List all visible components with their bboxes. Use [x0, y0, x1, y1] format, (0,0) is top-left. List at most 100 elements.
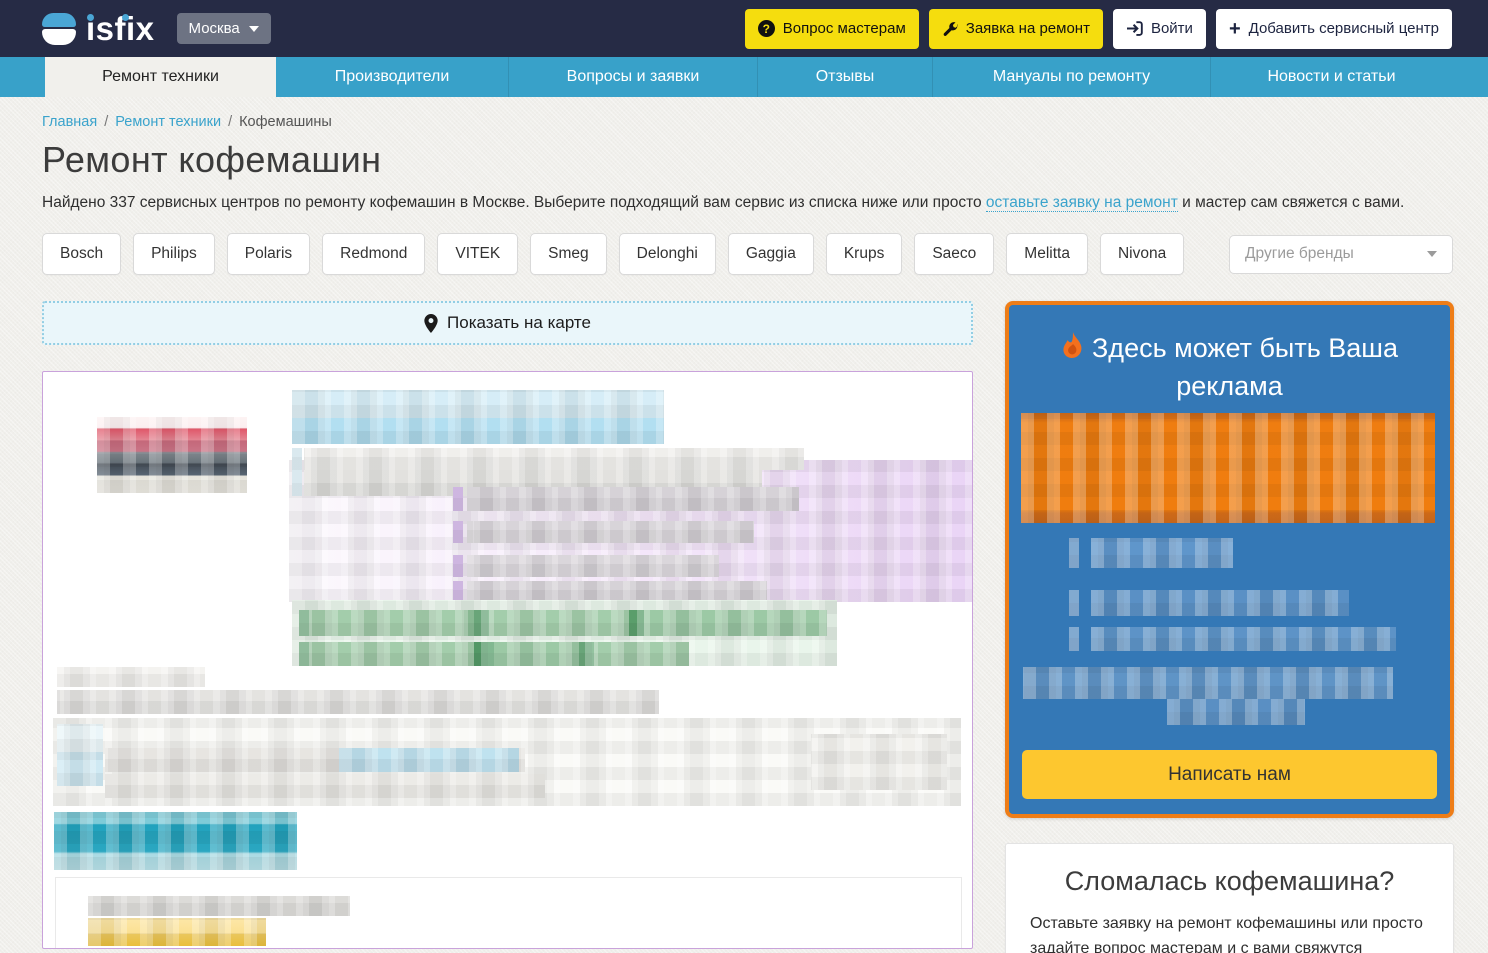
- redacted-text-line: [304, 448, 804, 470]
- login-icon: [1126, 21, 1143, 36]
- breadcrumb-current: Кофемашины: [239, 114, 332, 130]
- header: isfix Москва ? Вопрос мастерам Заявка на…: [0, 0, 1488, 57]
- content: Главная / Ремонт техники / Кофемашины Ре…: [0, 97, 1488, 953]
- tab-manufacturers[interactable]: Производители: [276, 57, 508, 97]
- breadcrumb-home[interactable]: Главная: [42, 114, 97, 130]
- redacted-ad-line: [1167, 699, 1305, 725]
- logo[interactable]: isfix: [42, 12, 155, 46]
- broken-machine-title: Сломалась кофемашина?: [1030, 866, 1429, 897]
- ask-masters-label: Вопрос мастерам: [783, 20, 906, 37]
- logo-i-dot: [122, 14, 129, 21]
- redacted-green-tags: [299, 642, 689, 666]
- redacted-list-bullet: [453, 487, 463, 511]
- add-service-center-label: Добавить сервисный центр: [1249, 20, 1439, 37]
- redacted-list-line: [467, 555, 719, 577]
- chevron-down-icon: [1427, 251, 1437, 257]
- redacted-list-bullet: [453, 521, 463, 543]
- redacted-review-card: [55, 877, 962, 949]
- brand-filter-gaggia[interactable]: Gaggia: [728, 233, 814, 275]
- brand-filter-krups[interactable]: Krups: [826, 233, 903, 275]
- chevron-down-icon: [249, 26, 259, 32]
- leave-request-link[interactable]: оставьте заявку на ремонт: [986, 194, 1178, 212]
- logo-wordmark: isfix: [86, 10, 155, 47]
- tab-reviews[interactable]: Отзывы: [757, 57, 932, 97]
- redacted-ad-image: [1021, 413, 1435, 523]
- login-button[interactable]: Войти: [1113, 9, 1206, 49]
- redacted-rating-stars: [88, 918, 266, 946]
- redacted-ad-line: [1023, 667, 1393, 699]
- brand-filter-bosch[interactable]: Bosch: [42, 233, 121, 275]
- redacted-text-line: [88, 896, 350, 916]
- repair-request-label: Заявка на ремонт: [966, 20, 1090, 37]
- plus-icon: +: [1229, 19, 1241, 39]
- broken-machine-text: Оставьте заявку на ремонт кофемашины или…: [1030, 912, 1429, 953]
- other-brands-label: Другие бренды: [1245, 245, 1354, 263]
- redacted-ad-bullet: [1069, 590, 1079, 616]
- redacted-list-bullet: [453, 555, 463, 577]
- redacted-green-tags: [299, 610, 827, 636]
- brand-filter-philips[interactable]: Philips: [133, 233, 215, 275]
- tab-repair[interactable]: Ремонт техники: [45, 57, 276, 97]
- redacted-ad-line: [1091, 538, 1233, 568]
- intro-after: и мастер сам свяжется с вами.: [1178, 194, 1405, 211]
- page-title: Ремонт кофемашин: [42, 139, 1453, 181]
- tab-news[interactable]: Новости и статьи: [1210, 57, 1452, 97]
- redacted-text-line: [57, 667, 205, 687]
- city-selector[interactable]: Москва: [177, 13, 271, 44]
- contact-us-button[interactable]: Написать нам: [1022, 750, 1437, 799]
- flame-icon: [1061, 332, 1084, 370]
- redacted-service-title: [292, 418, 664, 444]
- ad-title-text: Здесь может быть Ваша реклама: [1092, 333, 1398, 401]
- brand-filter-polaris[interactable]: Polaris: [227, 233, 310, 275]
- redacted-list-line: [467, 487, 799, 511]
- tab-questions[interactable]: Вопросы и заявки: [508, 57, 757, 97]
- brand-filter-redmond[interactable]: Redmond: [322, 233, 425, 275]
- breadcrumb-repair[interactable]: Ремонт техники: [115, 114, 221, 130]
- map-pin-icon: [424, 314, 438, 333]
- intro-text: Найдено 337 сервисных центров по ремонту…: [42, 194, 1453, 212]
- redacted-ad-bullet: [1069, 627, 1079, 651]
- redacted-list-line: [467, 521, 754, 543]
- redacted-ad-bullet: [1069, 538, 1079, 568]
- redacted-avatar: [57, 724, 103, 752]
- results-column: Показать на карте: [42, 301, 973, 953]
- breadcrumb: Главная / Ремонт техники / Кофемашины: [42, 114, 1453, 130]
- breadcrumb-separator: /: [104, 114, 108, 130]
- redacted-avatar: [57, 752, 103, 786]
- sidebar-column: Здесь может быть Ваша реклама Написать н…: [1005, 301, 1454, 953]
- ask-masters-button[interactable]: ? Вопрос мастерам: [745, 9, 919, 49]
- header-actions: ? Вопрос мастерам Заявка на ремонт Войти…: [745, 9, 1452, 49]
- redacted-text-line: [57, 690, 659, 714]
- logo-icon: [42, 12, 76, 46]
- brand-filters: Bosch Philips Polaris Redmond VITEK Smeg…: [42, 233, 1453, 275]
- redacted-ad-line: [1091, 590, 1349, 616]
- brand-filter-nivona[interactable]: Nivona: [1100, 233, 1184, 275]
- add-service-center-button[interactable]: + Добавить сервисный центр: [1216, 9, 1452, 49]
- redacted-service-logo: [97, 417, 247, 493]
- brand-filter-vitek[interactable]: VITEK: [437, 233, 518, 275]
- redacted-text-line: [105, 774, 545, 798]
- other-brands-dropdown[interactable]: Другие бренды: [1229, 235, 1453, 274]
- login-label: Войти: [1151, 20, 1193, 37]
- repair-request-button[interactable]: Заявка на ремонт: [929, 9, 1103, 49]
- redacted-text-line: [339, 748, 519, 772]
- redacted-ad-line: [1091, 627, 1396, 651]
- redacted-text-line: [811, 734, 947, 790]
- ad-banner: Здесь может быть Ваша реклама Написать н…: [1005, 301, 1454, 818]
- redacted-teal-button: [54, 812, 297, 870]
- redacted-service-title: [292, 390, 664, 418]
- nav-spacer: [0, 57, 45, 97]
- logo-text: isfix: [86, 12, 155, 45]
- brand-filter-saeco[interactable]: Saeco: [914, 233, 994, 275]
- redacted-text-line: [292, 448, 302, 496]
- brand-filter-delonghi[interactable]: Delonghi: [619, 233, 716, 275]
- wrench-icon: [942, 21, 958, 37]
- broken-machine-card: Сломалась кофемашина? Оставьте заявку на…: [1005, 843, 1454, 953]
- show-on-map-label: Показать на карте: [447, 313, 591, 333]
- brand-filter-melitta[interactable]: Melitta: [1006, 233, 1088, 275]
- show-on-map-button[interactable]: Показать на карте: [42, 301, 973, 345]
- brand-filter-smeg[interactable]: Smeg: [530, 233, 607, 275]
- service-listing-card: [42, 371, 973, 949]
- tab-manuals[interactable]: Мануалы по ремонту: [932, 57, 1210, 97]
- logo-i-dot: [87, 14, 94, 21]
